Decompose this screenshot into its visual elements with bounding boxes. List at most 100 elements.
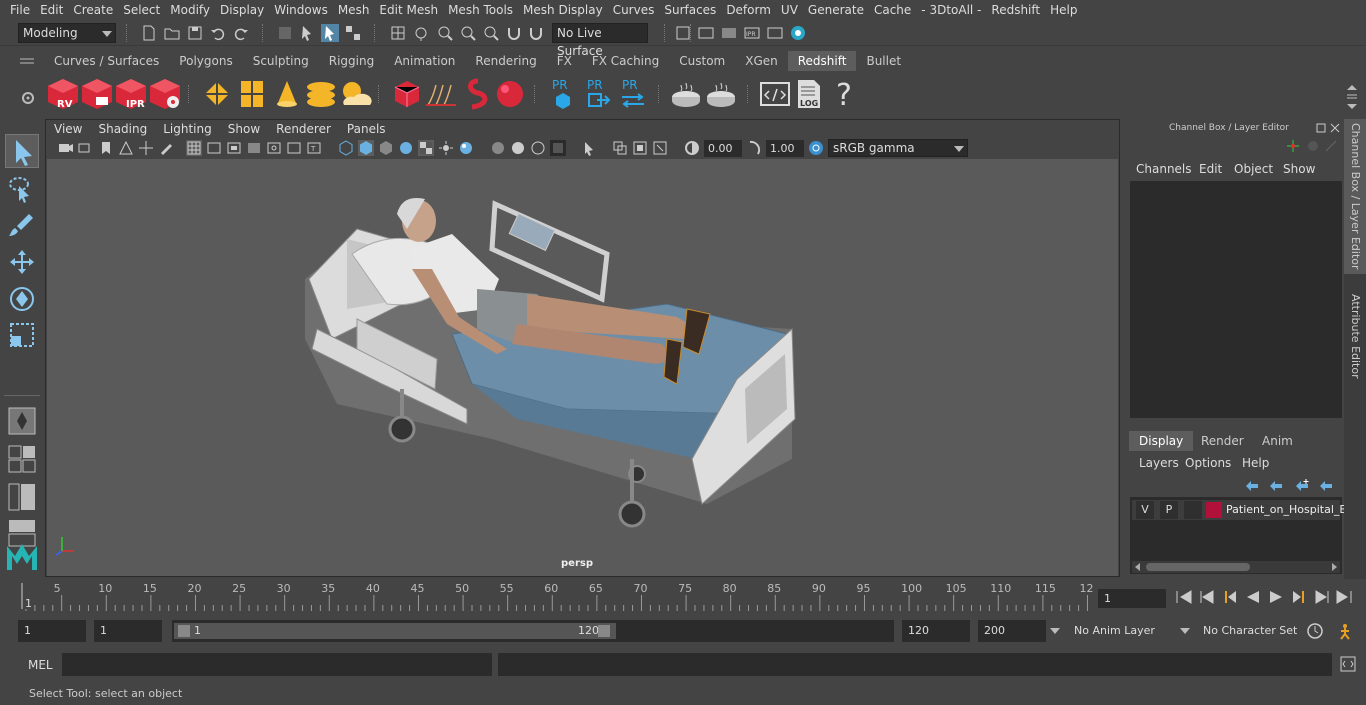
shelf-tab-sculpting[interactable]: Sculpting (243, 51, 319, 71)
layer-color-swatch[interactable] (1206, 502, 1222, 518)
menu-create[interactable]: Create (68, 0, 118, 20)
safe-action-icon[interactable] (286, 140, 302, 156)
scale-tool-icon[interactable] (5, 318, 39, 352)
safe-title-icon[interactable]: T (306, 140, 322, 156)
menu-redshift[interactable]: Redshift (986, 0, 1045, 20)
xray-icon[interactable] (490, 140, 506, 156)
script-editor-icon[interactable] (758, 77, 792, 111)
chevron-down-icon[interactable] (1050, 628, 1060, 634)
redshift-render-view-icon[interactable]: RV (46, 77, 80, 111)
menu-mesh-display[interactable]: Mesh Display (518, 0, 608, 20)
layer-menu-help[interactable]: Help (1242, 456, 1269, 470)
gamma-icon[interactable] (746, 140, 762, 156)
play-backwards-icon[interactable] (1244, 589, 1262, 608)
gamma-field[interactable]: 1.00 (766, 140, 804, 157)
color-management-icon[interactable] (808, 140, 824, 156)
layer-name[interactable]: Patient_on_Hospital_B (1226, 501, 1347, 519)
menu-mesh[interactable]: Mesh (333, 0, 375, 20)
playback-end-field[interactable]: 120 (902, 620, 970, 642)
select-camera-icon[interactable] (582, 140, 598, 156)
menu-curves[interactable]: Curves (608, 0, 660, 20)
redshift-proxy-icon[interactable] (390, 77, 424, 111)
shelf-tab-xgen[interactable]: XGen (735, 51, 788, 71)
pr-cube-icon[interactable]: PR (546, 77, 580, 111)
panel-menu-panels[interactable]: Panels (339, 120, 394, 138)
menu-edit[interactable]: Edit (35, 0, 68, 20)
render-current-icon[interactable] (720, 24, 738, 42)
mode-selector[interactable]: Modeling (18, 23, 116, 43)
wireframe-on-shaded-icon[interactable] (378, 140, 394, 156)
layer-playback-toggle[interactable]: P (1160, 501, 1178, 519)
image-plane-icon[interactable] (118, 140, 134, 156)
side-view-icon[interactable] (5, 480, 39, 514)
frame-all-icon[interactable] (632, 140, 648, 156)
menu-mesh-tools[interactable]: Mesh Tools (443, 0, 518, 20)
redshift-hair-icon[interactable] (458, 77, 492, 111)
go-to-end-icon[interactable] (1336, 589, 1354, 608)
layer-row[interactable]: V P Patient_on_Hospital_B (1132, 500, 1347, 520)
gate-mask-icon[interactable] (246, 140, 262, 156)
layer-menu-layers[interactable]: Layers (1139, 456, 1179, 470)
frame-selected-icon[interactable] (652, 140, 668, 156)
menu-select[interactable]: Select (118, 0, 165, 20)
bake-pie-settings-icon[interactable] (704, 77, 738, 111)
step-forward-key-icon[interactable] (1290, 589, 1308, 608)
manipulator-icon[interactable] (1286, 139, 1300, 156)
shelf-tab-fx-caching[interactable]: FX Caching (582, 51, 669, 71)
ambient-occlusion-icon[interactable] (458, 140, 474, 156)
layer-scrollbar[interactable] (1132, 561, 1340, 573)
redshift-ies-light-icon[interactable] (304, 77, 338, 111)
shelf-tab-animation[interactable]: Animation (384, 51, 465, 71)
wireframe-icon[interactable] (338, 140, 354, 156)
script-type-label[interactable]: MEL (28, 658, 53, 672)
cb-menu-show[interactable]: Show (1283, 162, 1315, 176)
side-tab-channel-box[interactable]: Channel Box / Layer Editor (1344, 119, 1366, 274)
redo-icon[interactable] (232, 24, 250, 42)
range-slider-handle[interactable]: 1 120 (174, 623, 616, 639)
single-view-icon[interactable] (5, 404, 39, 438)
menu-uv[interactable]: UV (776, 0, 803, 20)
shelf-settings-icon[interactable] (20, 90, 36, 109)
grease-pencil-icon[interactable] (158, 140, 174, 156)
range-start-grip[interactable] (178, 625, 190, 637)
menu-file[interactable]: File (0, 0, 35, 20)
exposure-field[interactable]: 0.00 (704, 140, 742, 157)
open-scene-icon[interactable] (163, 24, 181, 42)
auto-key-icon[interactable] (1306, 622, 1324, 643)
speed-icon[interactable] (1324, 139, 1338, 156)
use-all-lights-icon[interactable] (418, 140, 434, 156)
layer-tab-display[interactable]: Display (1129, 431, 1194, 451)
render-settings-icon[interactable] (766, 24, 784, 42)
redshift-batch-render-icon[interactable] (80, 77, 114, 111)
start-time-field[interactable]: 1 (18, 620, 86, 642)
command-input[interactable] (62, 653, 492, 676)
menu-3dtoall[interactable]: - 3DtoAll - (916, 0, 986, 20)
step-back-key-icon[interactable] (1221, 589, 1239, 608)
isolate-select-icon[interactable] (550, 140, 566, 156)
step-back-icon[interactable] (1198, 589, 1216, 608)
panel-menu-view[interactable]: View (46, 120, 90, 138)
chevron-down-icon[interactable] (1180, 628, 1190, 634)
xray-joints-icon[interactable] (510, 140, 526, 156)
move-tool-icon[interactable] (5, 246, 39, 280)
end-time-field[interactable]: 200 (978, 620, 1046, 642)
pr-convert-icon[interactable]: PR (616, 77, 650, 111)
menu-modify[interactable]: Modify (165, 0, 215, 20)
shelf-tab-curves-surfaces[interactable]: Curves / Surfaces (44, 51, 169, 71)
four-view-icon[interactable] (5, 442, 39, 476)
ipr-render-icon[interactable]: IPR (743, 24, 761, 42)
paint-select-tool-icon[interactable] (5, 208, 39, 242)
cb-menu-object[interactable]: Object (1234, 162, 1273, 176)
redshift-sun-sky-icon[interactable] (338, 77, 372, 111)
cb-menu-edit[interactable]: Edit (1199, 162, 1222, 176)
menu-generate[interactable]: Generate (803, 0, 869, 20)
hypershade-icon[interactable] (789, 24, 807, 42)
help-icon[interactable]: ? (828, 77, 862, 113)
menu-help[interactable]: Help (1045, 0, 1082, 20)
animation-preferences-icon[interactable] (1336, 622, 1354, 643)
smooth-shade-icon[interactable] (358, 140, 374, 156)
redshift-spot-light-icon[interactable] (270, 77, 304, 111)
range-slider[interactable]: 1 120 (172, 620, 894, 642)
script-editor-button-icon[interactable] (1340, 656, 1356, 675)
menu-deform[interactable]: Deform (721, 0, 776, 20)
